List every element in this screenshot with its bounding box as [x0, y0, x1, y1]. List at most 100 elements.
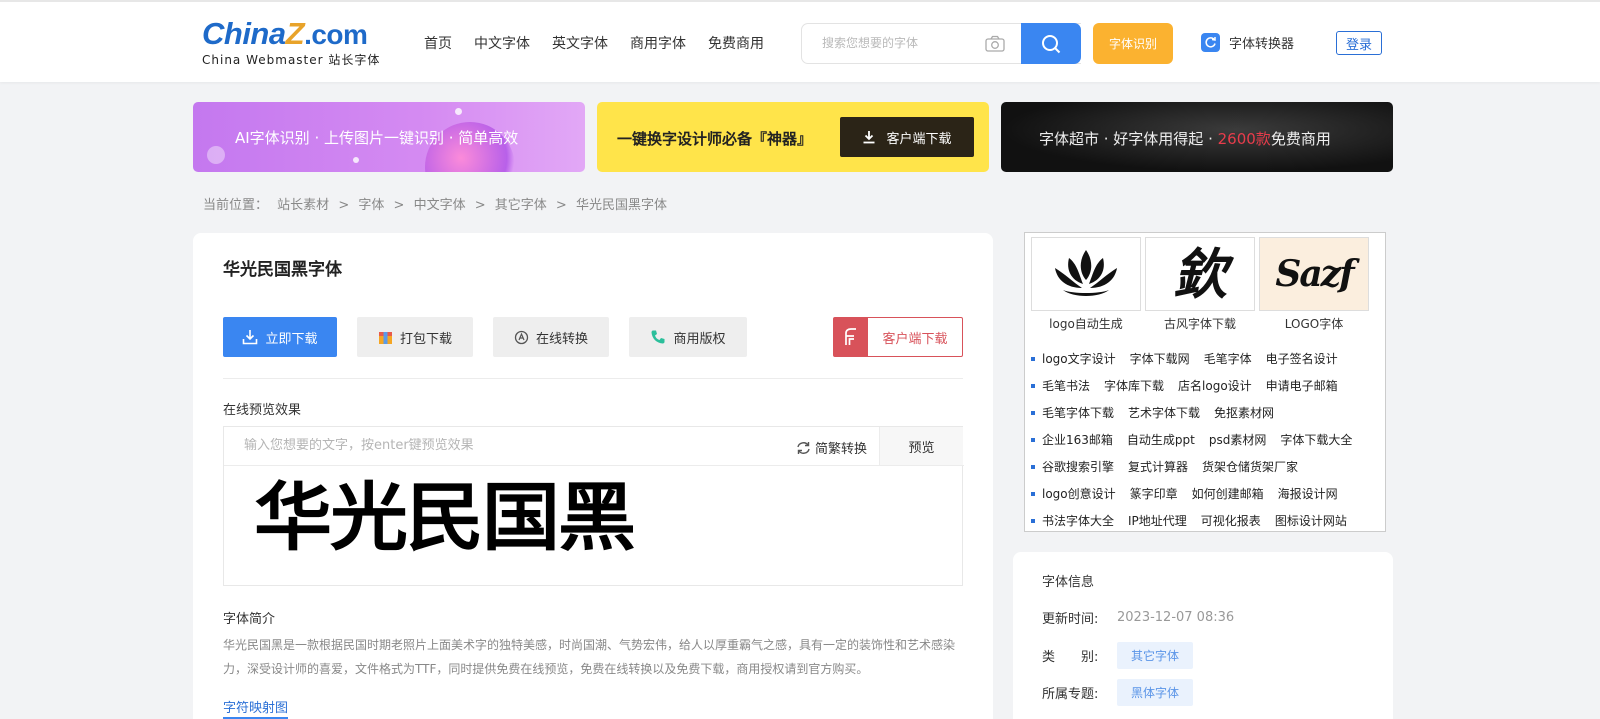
promo-link[interactable]: 可视化报表: [1201, 512, 1261, 529]
promo-thumb-label[interactable]: logo自动生成: [1031, 315, 1141, 332]
pack-download-button[interactable]: 打包下载: [357, 317, 473, 357]
promo-link[interactable]: 海报设计网: [1278, 485, 1338, 502]
category-tag[interactable]: 其它字体: [1117, 642, 1194, 669]
promo-link[interactable]: 谷歌搜索引擎: [1042, 458, 1114, 475]
banner-dot: [353, 157, 359, 163]
search-button[interactable]: [1021, 23, 1081, 64]
client-app-icon: [834, 318, 868, 356]
promo-thumb-logo-font[interactable]: Sazf: [1259, 237, 1369, 311]
login-button[interactable]: 登录: [1336, 31, 1382, 55]
nav-free-commercial[interactable]: 免费商用: [708, 33, 764, 53]
preview-section-label: 在线预览效果: [223, 403, 302, 418]
download-now-button[interactable]: 立即下载: [223, 317, 337, 357]
banner-dot: [207, 146, 225, 164]
search-input[interactable]: [822, 36, 992, 50]
bullet: [1031, 518, 1035, 523]
promo-link[interactable]: 电子签名设计: [1266, 350, 1338, 367]
breadcrumb-item-chinese-fonts[interactable]: 中文字体: [414, 198, 466, 213]
preview-button[interactable]: 预览: [879, 427, 963, 465]
promo-link[interactable]: 货架仓储货架厂家: [1202, 458, 1298, 475]
bullet: [1031, 383, 1035, 388]
breadcrumb-separator: >: [555, 198, 567, 213]
promo-link[interactable]: 毛笔字体: [1204, 350, 1252, 367]
promo-link[interactable]: 字体下载大全: [1280, 431, 1352, 448]
promo-link[interactable]: 字体下载网: [1130, 350, 1190, 367]
banner-client-download-button[interactable]: 客户端下载: [840, 117, 974, 157]
online-convert-button[interactable]: 在线转换: [493, 317, 609, 357]
promo-link[interactable]: 店名logo设计: [1178, 377, 1252, 394]
commercial-license-button[interactable]: 商用版权: [629, 317, 747, 357]
banner-font-market[interactable]: 字体超市 · 好字体用得起 · 2600款免费商用: [1001, 102, 1393, 172]
promo-link[interactable]: 申请电子邮箱: [1266, 377, 1338, 394]
phone-icon: [650, 329, 666, 345]
preview-text-input[interactable]: [244, 438, 644, 453]
logo-part-china: China: [202, 16, 286, 51]
promo-row: 书法字体大全 IP地址代理 可视化报表 图标设计网站: [1031, 507, 1381, 534]
promo-link[interactable]: 毛笔字体下载: [1042, 404, 1114, 421]
client-download-button[interactable]: 客户端下载: [833, 317, 963, 357]
sync-icon: [797, 441, 810, 454]
promo-row: 企业163邮箱 自动生成ppt psd素材网 字体下载大全: [1031, 426, 1381, 453]
breadcrumb-item-materials[interactable]: 站长素材: [277, 198, 329, 213]
bullet: [1031, 410, 1035, 415]
promo-link[interactable]: 图标设计网站: [1275, 512, 1347, 529]
banner-client-download-label: 客户端下载: [886, 131, 952, 147]
search-icon: [1042, 34, 1061, 53]
promo-link[interactable]: logo创意设计: [1042, 485, 1116, 502]
font-converter-link[interactable]: 字体转换器: [1201, 33, 1294, 52]
site-logo[interactable]: ChinaZ.com China Webmaster 站长字体: [202, 16, 392, 68]
banner-market-text: 字体超市 · 好字体用得起 · 2600款免费商用: [1039, 128, 1331, 149]
topic-tag[interactable]: 黑体字体: [1117, 679, 1194, 706]
calligraphy-sample: 欽: [1173, 242, 1227, 306]
promo-link[interactable]: IP地址代理: [1128, 512, 1187, 529]
breadcrumb-separator: >: [474, 198, 486, 213]
download-icon: [863, 131, 875, 144]
nav-chinese-fonts[interactable]: 中文字体: [474, 33, 530, 53]
promo-link[interactable]: 篆字印章: [1130, 485, 1178, 502]
nav-english-fonts[interactable]: 英文字体: [552, 33, 608, 53]
font-detail-card: 华光民国黑字体 立即下载 打包下载 在线转换 商用版权 客户端下载 在线预览效果…: [193, 233, 993, 719]
logo-part-z: Z: [285, 16, 305, 51]
promo-link[interactable]: 企业163邮箱: [1042, 431, 1113, 448]
promo-link[interactable]: 如何创建邮箱: [1192, 485, 1264, 502]
promo-link[interactable]: 免抠素材网: [1214, 404, 1274, 421]
camera-icon[interactable]: [985, 35, 1005, 52]
breadcrumb-separator: >: [338, 198, 350, 213]
font-info-title: 字体信息: [1042, 575, 1095, 590]
lotus-icon: [1055, 250, 1117, 296]
promo-thumb-label[interactable]: LOGO字体: [1259, 315, 1369, 332]
font-recognition-button[interactable]: 字体识别: [1093, 23, 1173, 64]
promo-link[interactable]: 复式计算器: [1128, 458, 1188, 475]
breadcrumb-item-fonts[interactable]: 字体: [358, 198, 384, 213]
promo-link[interactable]: 毛笔书法: [1042, 377, 1090, 394]
preview-input-bar: 简繁转换 预览: [224, 427, 964, 466]
promo-row: 毛笔书法 字体库下载 店名logo设计 申请电子邮箱: [1031, 372, 1381, 399]
promo-link[interactable]: 艺术字体下载: [1128, 404, 1200, 421]
bullet: [1031, 356, 1035, 361]
promo-link[interactable]: 字体库下载: [1104, 377, 1164, 394]
promo-link[interactable]: psd素材网: [1209, 431, 1267, 448]
breadcrumb-item-current: 华光民国黑字体: [575, 198, 667, 213]
client-download-label: 客户端下载: [882, 331, 948, 347]
promo-link[interactable]: logo文字设计: [1042, 350, 1116, 367]
promo-thumb-logo-gen[interactable]: [1031, 237, 1141, 311]
promo-link[interactable]: 自动生成ppt: [1127, 431, 1195, 448]
promo-panel: logo自动生成 欽 古风字体下载 Sazf LOGO字体 logo文字设计 字体…: [1024, 232, 1386, 532]
simplified-traditional-toggle[interactable]: 简繁转换: [796, 438, 867, 457]
commercial-license-label: 商用版权: [673, 331, 726, 347]
refresh-icon: [1201, 33, 1220, 52]
promo-thumb-label[interactable]: 古风字体下载: [1145, 315, 1255, 332]
glyph-map-tab[interactable]: 字符映射图: [223, 697, 289, 719]
breadcrumb-item-other-fonts[interactable]: 其它字体: [495, 198, 547, 213]
download-icon: [242, 329, 258, 345]
nav-commercial-fonts[interactable]: 商用字体: [630, 33, 686, 53]
bullet: [1031, 437, 1035, 442]
nav-home[interactable]: 首页: [424, 33, 452, 53]
promo-thumb-ancient-font[interactable]: 欽: [1145, 237, 1255, 311]
banner-market-text-a: 字体超市 · 好字体用得起 ·: [1039, 130, 1218, 148]
simplified-traditional-label: 简繁转换: [815, 442, 868, 457]
info-key: 类 别:: [1042, 650, 1099, 665]
banner-client-download[interactable]: 一键换字设计师必备『神器』 客户端下载: [597, 102, 989, 172]
banner-ai-recognition[interactable]: AI字体识别 · 上传图片一键识别 · 简单高效: [193, 102, 585, 172]
promo-link[interactable]: 书法字体大全: [1042, 512, 1114, 529]
